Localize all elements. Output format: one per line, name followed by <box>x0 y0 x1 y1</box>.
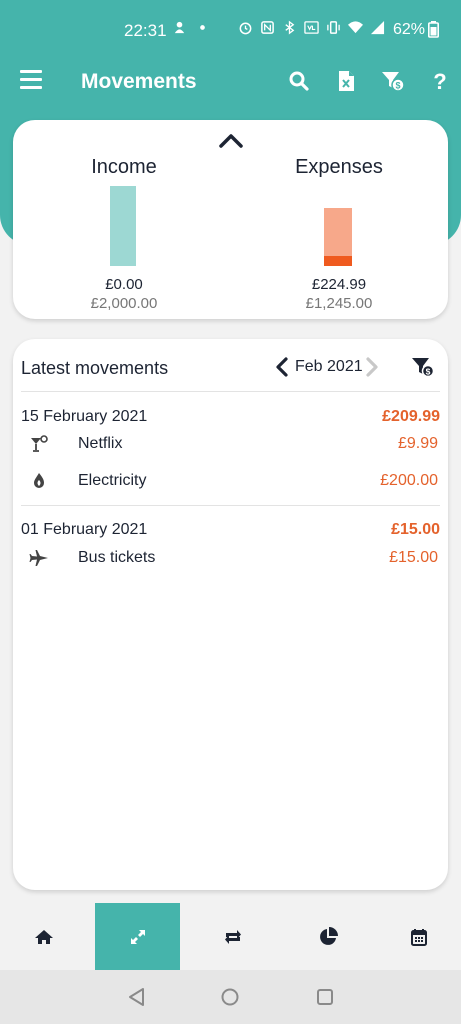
menu-button[interactable] <box>20 70 42 90</box>
recents-icon[interactable] <box>314 986 336 1008</box>
notification-icon <box>174 21 185 34</box>
system-nav-bar <box>0 970 461 1024</box>
menu-icon <box>20 70 42 73</box>
status-notification-icons <box>172 20 210 35</box>
svg-text:$: $ <box>395 81 400 91</box>
status-time: 22:31 <box>124 21 167 40</box>
bottom-nav <box>0 903 461 970</box>
divider <box>21 505 440 506</box>
nav-home[interactable] <box>0 903 88 970</box>
cocktail-icon <box>31 435 48 452</box>
nav-calendar[interactable] <box>376 903 461 970</box>
chevron-up-icon[interactable] <box>219 130 243 150</box>
latest-movements-title: Latest movements <box>21 358 169 378</box>
page-title: Movements <box>81 70 197 93</box>
expenses-value: £224.99 <box>311 276 367 293</box>
stats-icon <box>319 926 338 945</box>
movement-name: Bus tickets <box>78 549 156 566</box>
movement-amount: £15.00 <box>389 549 438 566</box>
expenses-bar-fill <box>324 255 352 266</box>
day-total: £15.00 <box>391 521 440 538</box>
movements-icon <box>130 929 145 944</box>
excel-export-icon[interactable] <box>334 69 358 93</box>
app-bar: Movements $ ? <box>0 60 461 106</box>
svg-text:$: $ <box>426 366 431 376</box>
vibrate-icon <box>327 21 340 34</box>
dot-icon <box>200 25 205 30</box>
battery-percent: 62% <box>393 21 426 38</box>
signal-icon <box>370 20 385 35</box>
summary-card: Income £0.00 £2,000.00 Expenses £224.99 … <box>13 120 448 319</box>
movement-name: Electricity <box>78 472 147 489</box>
home-circle-icon[interactable] <box>219 986 241 1008</box>
recurring-icon <box>224 929 241 944</box>
bluetooth-icon <box>285 20 295 35</box>
movement-name: Netflix <box>78 435 123 452</box>
nav-recurring[interactable] <box>190 903 275 970</box>
chevron-right-icon[interactable] <box>365 356 379 378</box>
volte-icon <box>304 21 319 34</box>
alarm-icon <box>239 22 252 35</box>
divider <box>21 391 440 392</box>
flame-icon <box>34 473 44 488</box>
income-title: Income <box>91 156 157 178</box>
day-total: £209.99 <box>382 408 440 425</box>
battery-icon <box>428 21 439 38</box>
status-bar: 22:31 62% <box>0 0 461 60</box>
nav-stats[interactable] <box>285 903 370 970</box>
income-target: £2,000.00 <box>90 295 158 312</box>
day-date: 15 February 2021 <box>21 408 148 425</box>
help-icon[interactable]: ? <box>428 69 452 93</box>
expenses-title: Expenses <box>295 156 383 178</box>
movement-amount: £200.00 <box>380 472 438 489</box>
nav-movements[interactable] <box>95 903 180 970</box>
chevron-left-icon[interactable] <box>275 356 289 378</box>
expenses-target: £1,245.00 <box>305 295 373 312</box>
movement-row-netflix[interactable]: Netflix £9.99 <box>13 430 448 460</box>
svg-text:?: ? <box>433 69 446 93</box>
wifi-icon <box>348 21 363 34</box>
movement-row-electricity[interactable]: Electricity £200.00 <box>13 467 448 497</box>
movement-row-bus-tickets[interactable]: Bus tickets £15.00 <box>13 544 448 574</box>
movements-card: Latest movements Feb 2021 $ 15 February … <box>13 339 448 890</box>
filter-money-icon[interactable]: $ <box>411 355 435 379</box>
month-label: Feb 2021 <box>295 358 363 375</box>
expenses-bar <box>324 208 352 266</box>
income-bar <box>110 186 136 266</box>
status-system-icons <box>238 20 385 35</box>
plane-icon <box>29 550 48 566</box>
home-icon <box>35 929 53 944</box>
calendar-icon <box>410 928 427 946</box>
income-value: £0.00 <box>105 276 143 293</box>
nfc-icon <box>261 21 274 34</box>
back-icon[interactable] <box>126 986 148 1008</box>
filter-money-icon[interactable]: $ <box>381 69 405 93</box>
movement-amount: £9.99 <box>397 435 438 452</box>
search-icon[interactable] <box>287 69 311 93</box>
day-date: 01 February 2021 <box>21 521 148 538</box>
